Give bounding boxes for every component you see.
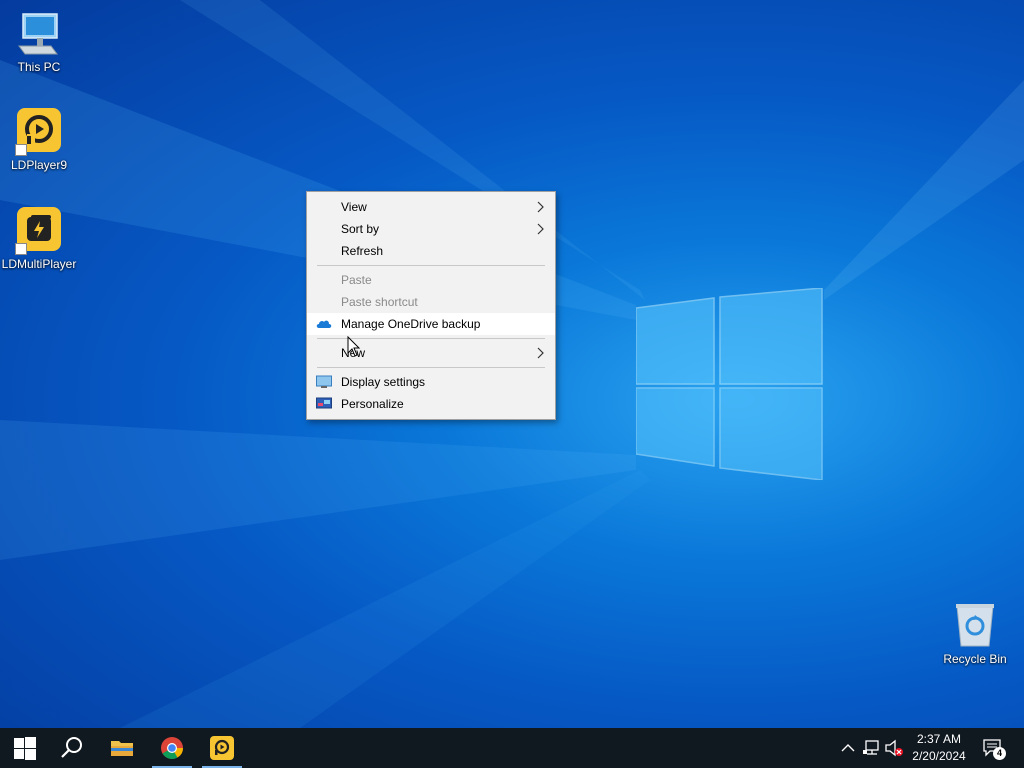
chevron-up-icon[interactable]: [838, 738, 858, 758]
desktop-icon-ldplayer9[interactable]: LDPlayer9: [0, 108, 78, 172]
search-button[interactable]: [48, 728, 96, 768]
desktop-icon-label: This PC: [17, 60, 61, 74]
network-icon[interactable]: [862, 738, 882, 758]
ldplayer-icon: [210, 736, 234, 760]
personalize-icon: [316, 397, 332, 409]
start-button[interactable]: [0, 728, 48, 768]
menu-item-refresh[interactable]: Refresh: [307, 240, 555, 262]
onedrive-icon: [316, 320, 332, 328]
taskbar-ldplayer[interactable]: [198, 728, 246, 768]
notification-count-badge: 4: [993, 747, 1006, 760]
menu-item-label: Refresh: [341, 244, 384, 258]
menu-item-paste: Paste: [307, 269, 555, 291]
menu-item-new[interactable]: New: [307, 342, 555, 364]
menu-item-display-settings[interactable]: Display settings: [307, 371, 555, 393]
menu-item-personalize[interactable]: Personalize: [307, 393, 555, 415]
shortcut-arrow-icon: [15, 144, 27, 156]
shortcut-arrow-icon: [15, 243, 27, 255]
menu-item-view[interactable]: View: [307, 196, 555, 218]
menu-item-label: Paste shortcut: [341, 295, 418, 309]
folder-icon: [111, 741, 133, 756]
taskbar: 2:37 AM 2/20/2024 4: [0, 728, 1024, 768]
clock-date: 2/20/2024: [912, 749, 966, 763]
menu-separator: [317, 265, 545, 266]
desktop-icon-recycle-bin[interactable]: Recycle Bin: [936, 602, 1014, 666]
chevron-right-icon: [537, 347, 544, 359]
windows-logo-wallpaper: [636, 288, 823, 480]
taskbar-chrome[interactable]: [148, 728, 196, 768]
notification-center-button[interactable]: 4: [982, 738, 1008, 760]
menu-item-label: Display settings: [341, 375, 426, 389]
menu-item-label: Paste: [341, 273, 372, 287]
computer-icon: [18, 13, 58, 55]
display-icon: [316, 375, 332, 388]
menu-item-paste-shortcut: Paste shortcut: [307, 291, 555, 313]
menu-separator: [317, 367, 545, 368]
chrome-icon: [161, 737, 183, 759]
desktop-icon-label: LDPlayer9: [10, 158, 68, 172]
menu-item-label: Manage OneDrive backup: [341, 317, 481, 331]
menu-item-label: Sort by: [341, 222, 380, 236]
menu-item-label: View: [341, 200, 367, 214]
volume-muted-icon[interactable]: [884, 738, 904, 758]
desktop-icon-label: LDMultiPlayer: [1, 257, 77, 271]
desktop-icon-ldmultiplayer[interactable]: LDMultiPlayer: [0, 207, 78, 271]
menu-item-manage-onedrive-backup[interactable]: Manage OneDrive backup: [307, 313, 555, 335]
clock-time: 2:37 AM: [916, 732, 962, 746]
windows-start-icon: [14, 737, 36, 760]
taskbar-file-explorer[interactable]: [98, 728, 146, 768]
desktop-context-menu: View Sort by Refresh Paste Paste shortcu…: [306, 191, 556, 420]
desktop-icon-this-pc[interactable]: This PC: [0, 10, 78, 74]
menu-item-sort-by[interactable]: Sort by: [307, 218, 555, 240]
search-icon: [61, 737, 82, 758]
chevron-right-icon: [537, 223, 544, 235]
taskbar-clock[interactable]: 2:37 AM 2/20/2024: [906, 731, 972, 765]
chevron-right-icon: [537, 201, 544, 213]
desktop-icon-label: Recycle Bin: [943, 652, 1007, 666]
menu-item-label: Personalize: [341, 397, 404, 411]
recycle-bin-icon: [956, 604, 994, 647]
mouse-cursor-icon: [347, 336, 361, 357]
